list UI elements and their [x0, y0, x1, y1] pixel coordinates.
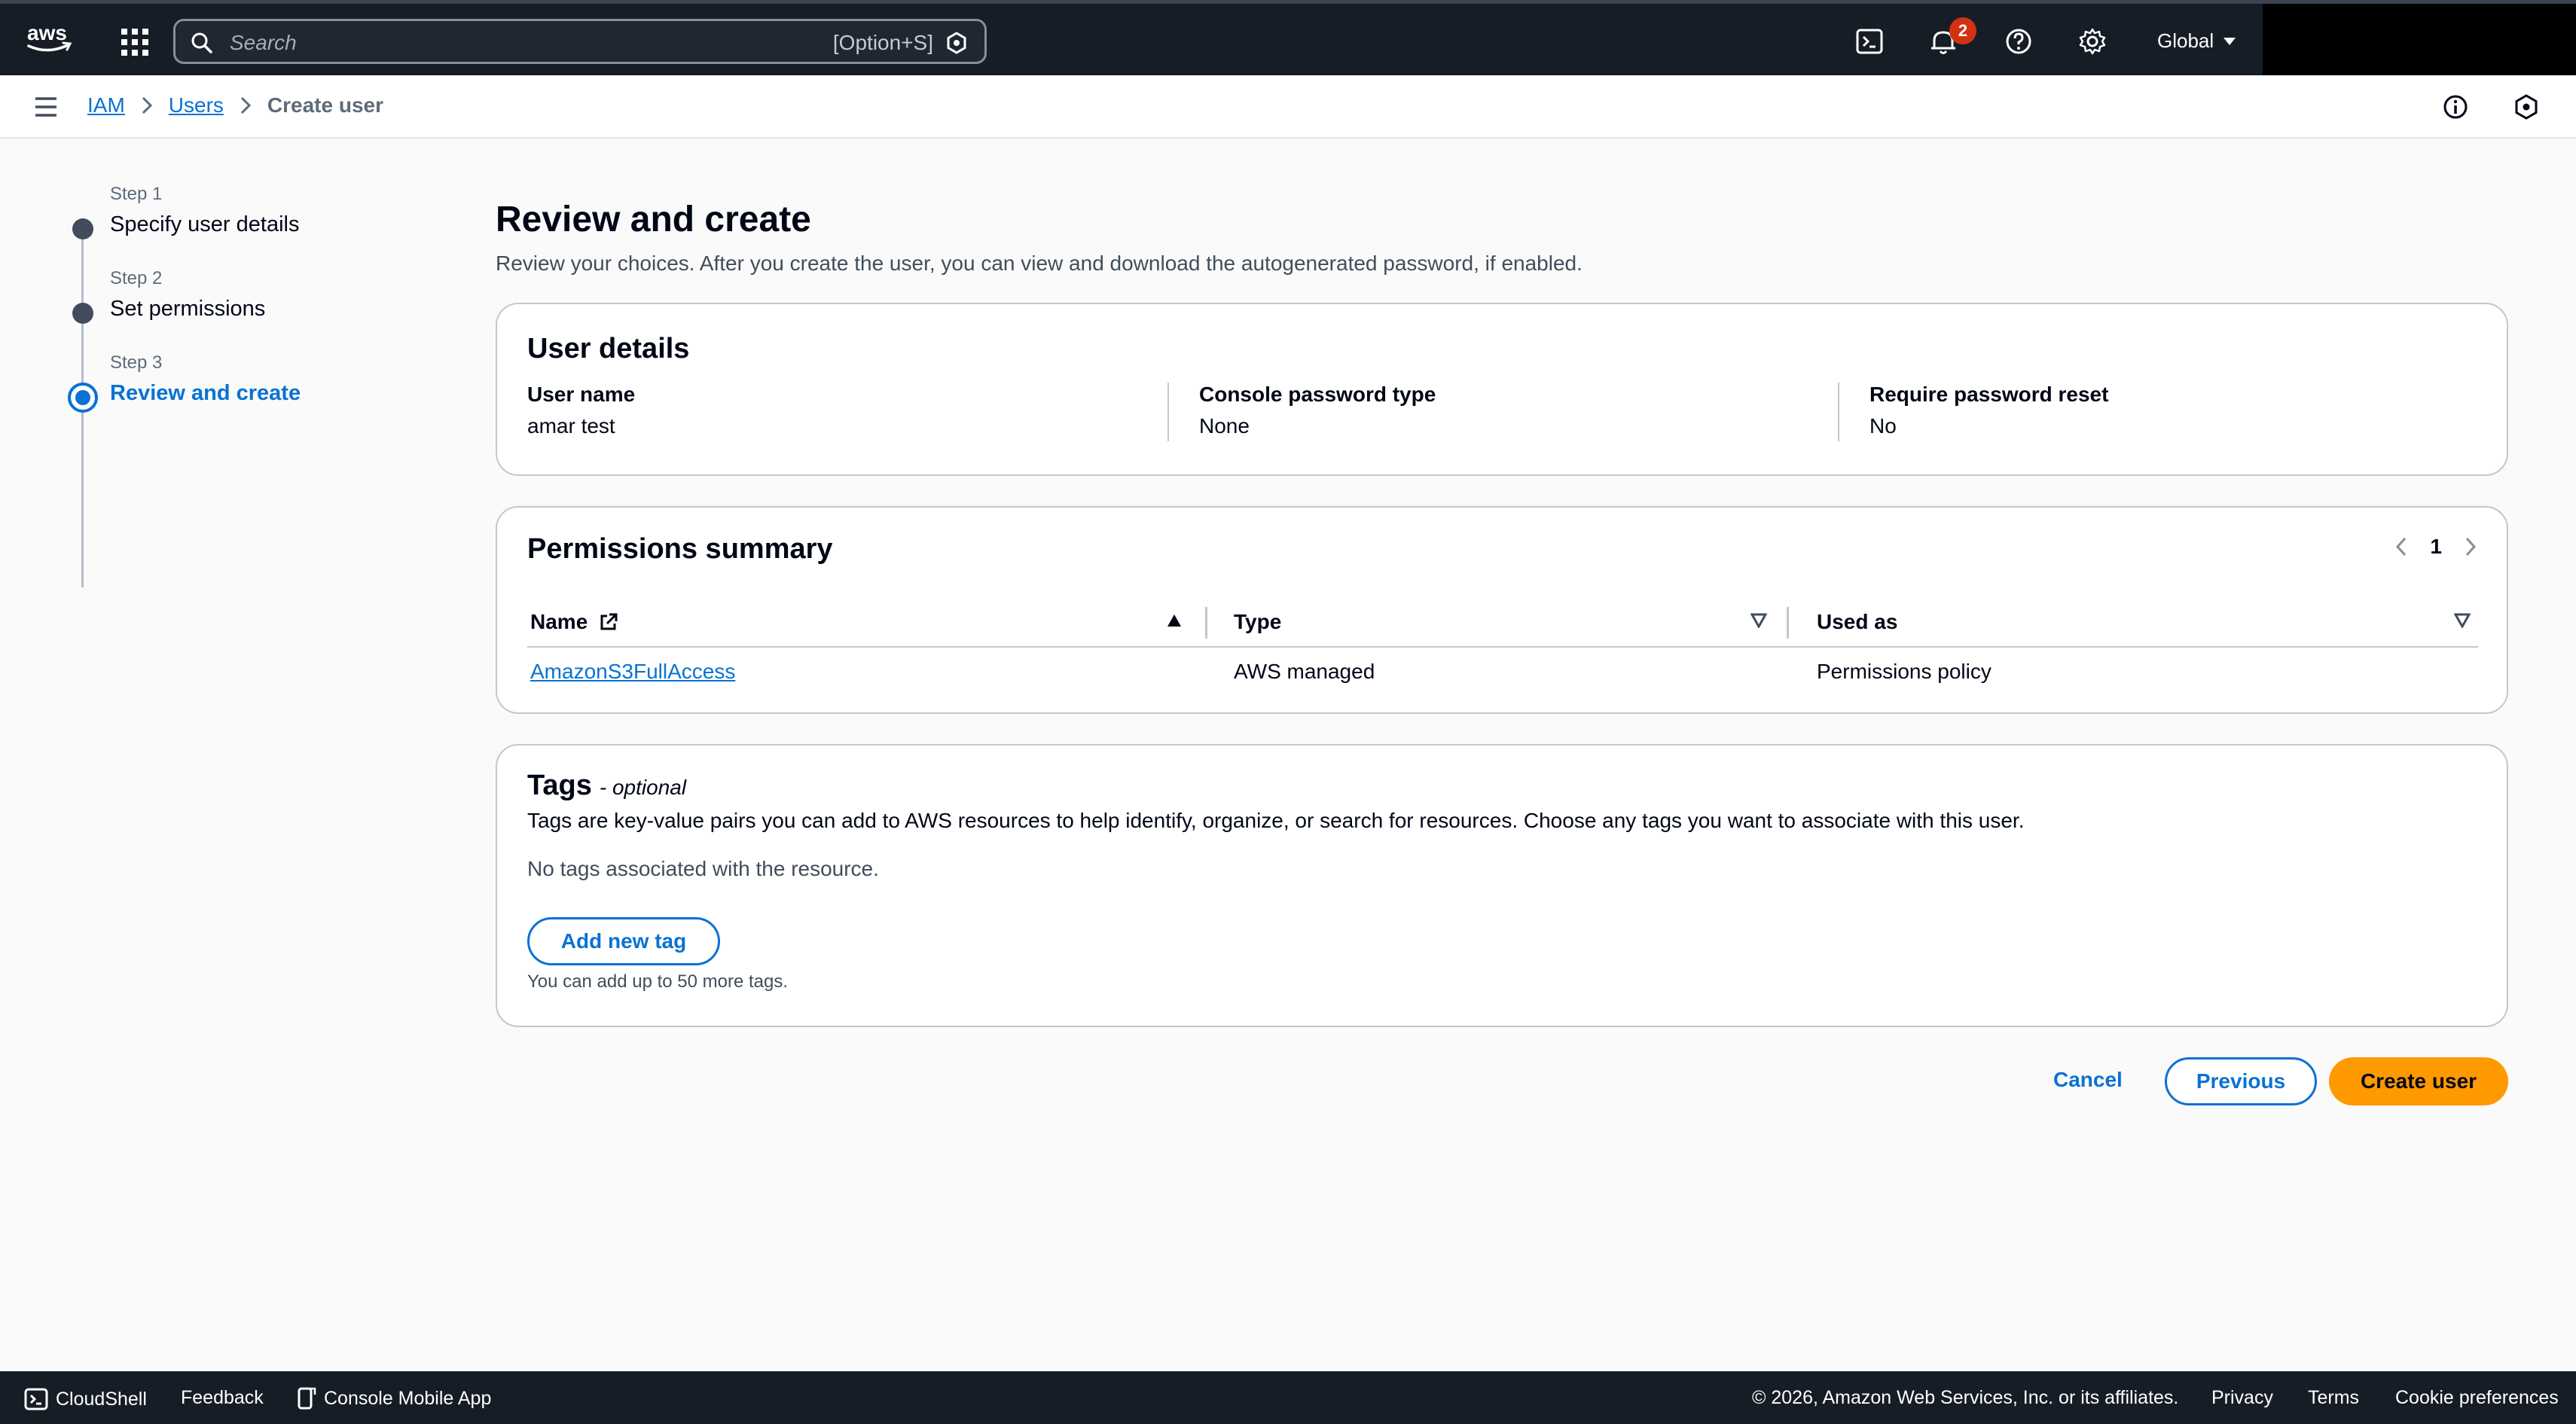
- step-indicator: [72, 218, 93, 239]
- field-value: No: [1869, 414, 1897, 438]
- cloudshell-icon[interactable]: [1853, 25, 1886, 58]
- table-cell-used-as: Permissions policy: [1817, 660, 1992, 683]
- mobile-app-label: Console Mobile App: [324, 1387, 492, 1409]
- policy-link[interactable]: AmazonS3FullAccess: [530, 660, 735, 683]
- tags-description: Tags are key-value pairs you can add to …: [527, 809, 2025, 832]
- column-header-type[interactable]: Type: [1234, 610, 1281, 634]
- cloudshell-link[interactable]: CloudShell: [24, 1387, 147, 1411]
- column-label: Type: [1234, 610, 1282, 633]
- breadcrumb-users[interactable]: Users: [169, 93, 224, 117]
- breadcrumb-current: Create user: [267, 93, 383, 117]
- user-name-field: User name amar test: [527, 383, 635, 438]
- console-mobile-app-link[interactable]: Console Mobile App: [297, 1387, 491, 1410]
- breadcrumb-bar: IAM Users Create user: [0, 75, 2576, 139]
- terms-link[interactable]: Terms: [2308, 1387, 2359, 1409]
- pagination: 1: [2395, 535, 2477, 559]
- search-icon: [191, 32, 213, 54]
- tags-card: Tags - optional Tags are key-value pairs…: [496, 744, 2508, 1027]
- column-separator: [1205, 607, 1207, 639]
- tags-hint: You can add up to 50 more tags.: [527, 971, 789, 992]
- table-cell-type: AWS managed: [1234, 660, 1375, 683]
- field-value: amar test: [527, 414, 615, 438]
- step-title: Specify user details: [110, 212, 300, 236]
- column-header-used-as[interactable]: Used as: [1817, 610, 1897, 634]
- info-icon[interactable]: [2442, 93, 2469, 120]
- region-label: Global: [2157, 29, 2214, 52]
- search-placeholder: Search: [230, 31, 297, 54]
- copyright-text: © 2026, Amazon Web Services, Inc. or its…: [1752, 1387, 2179, 1408]
- sort-icon[interactable]: [2454, 613, 2471, 628]
- add-new-tag-button[interactable]: Add new tag: [527, 917, 720, 965]
- previous-button[interactable]: Previous: [2165, 1057, 2317, 1105]
- svg-text:aws: aws: [27, 21, 67, 44]
- field-key: User name: [527, 383, 636, 406]
- column-label: Used as: [1817, 610, 1898, 633]
- breadcrumb-iam[interactable]: IAM: [87, 93, 125, 117]
- aws-logo[interactable]: aws: [26, 20, 74, 56]
- tags-heading: Tags - optional: [527, 770, 686, 802]
- top-navigation: aws Search [Option+S] 2 Global: [0, 0, 2576, 75]
- settings-icon[interactable]: [2076, 25, 2109, 58]
- step-indicator: [72, 303, 93, 324]
- cloudshell-label: CloudShell: [56, 1388, 147, 1410]
- notification-badge: 2: [1949, 17, 1976, 44]
- apps-grid-icon[interactable]: [119, 26, 151, 58]
- cancel-button[interactable]: Cancel: [2053, 1068, 2123, 1092]
- column-separator: [1787, 607, 1789, 639]
- tags-empty-state: No tags associated with the resource.: [527, 857, 879, 880]
- external-link-icon: [598, 611, 619, 633]
- step-label: Step 2: [110, 268, 163, 288]
- field-key: Require password reset: [1869, 383, 2109, 406]
- field-value: None: [1199, 414, 1250, 438]
- divider: [1167, 383, 1169, 441]
- cookie-preferences-link[interactable]: Cookie preferences: [2395, 1387, 2559, 1409]
- tags-title: Tags: [527, 770, 592, 801]
- page-title: Review and create: [496, 200, 811, 239]
- sort-ascending-icon[interactable]: [1166, 613, 1183, 628]
- chevron-right-icon[interactable]: [2465, 536, 2477, 557]
- mobile-phone-icon: [297, 1387, 316, 1410]
- divider: [1838, 383, 1839, 441]
- page-number[interactable]: 1: [2430, 535, 2442, 559]
- assistant-icon[interactable]: [945, 32, 968, 54]
- breadcrumb: IAM Users Create user: [87, 93, 383, 117]
- chevron-right-icon: [142, 96, 152, 114]
- account-menu-redacted[interactable]: [2263, 4, 2576, 75]
- create-user-button[interactable]: Create user: [2329, 1057, 2508, 1105]
- footer: CloudShell Feedback Console Mobile App ©…: [0, 1371, 2576, 1424]
- step-title: Review and create: [110, 381, 301, 405]
- tags-optional: - optional: [599, 776, 687, 799]
- feedback-link[interactable]: Feedback: [181, 1387, 264, 1409]
- help-icon[interactable]: [2002, 25, 2035, 58]
- assistant-icon[interactable]: [2513, 93, 2540, 120]
- column-header-name[interactable]: Name: [530, 610, 619, 634]
- page-description: Review your choices. After you create th…: [496, 252, 1583, 275]
- search-input[interactable]: Search [Option+S]: [173, 19, 987, 64]
- caret-down-icon: [2223, 37, 2236, 46]
- column-label: Name: [530, 610, 588, 633]
- permissions-summary-card: Permissions summary 1 Name Type Used as …: [496, 506, 2508, 714]
- chevron-right-icon: [240, 96, 251, 114]
- table-header: Name Type Used as: [527, 598, 2478, 648]
- field-key: Console password type: [1199, 383, 1436, 406]
- privacy-link[interactable]: Privacy: [2211, 1387, 2273, 1409]
- chevron-left-icon[interactable]: [2395, 536, 2407, 557]
- cloudshell-icon: [24, 1387, 48, 1411]
- step-indicator-active: [68, 383, 98, 413]
- menu-icon[interactable]: [33, 95, 59, 119]
- step-title: Set permissions: [110, 297, 266, 321]
- search-shortcut: [Option+S]: [832, 31, 933, 54]
- user-details-card: User details User name amar test Console…: [496, 303, 2508, 476]
- step-label: Step 3: [110, 352, 163, 373]
- console-password-type-field: Console password type None: [1199, 383, 1436, 438]
- step-label: Step 1: [110, 184, 163, 204]
- region-selector[interactable]: Global: [2157, 29, 2236, 53]
- require-password-reset-field: Require password reset No: [1869, 383, 2108, 438]
- user-details-heading: User details: [527, 333, 690, 364]
- table-cell-name: AmazonS3FullAccess: [530, 660, 735, 684]
- permissions-heading: Permissions summary: [527, 533, 833, 565]
- sort-icon[interactable]: [1750, 613, 1767, 628]
